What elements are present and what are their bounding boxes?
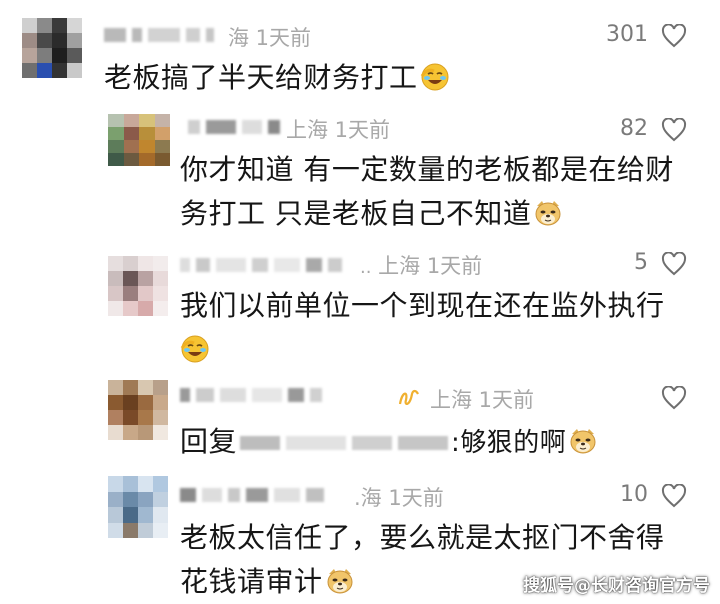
ribbon-icon — [398, 389, 419, 406]
heart-icon[interactable] — [661, 386, 687, 410]
like-count: 5 — [634, 250, 648, 275]
username-blurred[interactable] — [104, 24, 214, 46]
reply-target-blurred[interactable] — [240, 436, 281, 450]
username-blurred[interactable] — [180, 254, 342, 276]
doge-emoji — [570, 429, 596, 454]
reply-target-blurred[interactable] — [352, 436, 393, 450]
comment-text-content: 老板搞了半天给财务打工 — [104, 61, 418, 94]
username-blurred[interactable] — [188, 116, 280, 138]
comment-text-content: 花钱请审计 — [180, 565, 323, 598]
comment-meta: .. 上海 1天前 — [360, 250, 482, 280]
comment-text-line-2 — [180, 328, 700, 372]
reply-prefix: 回复 — [180, 425, 238, 458]
comment-text: 我们以前单位一个到现在还在监外执行 — [180, 284, 700, 372]
heart-icon[interactable] — [661, 118, 687, 142]
avatar[interactable] — [108, 256, 168, 316]
username-blurred[interactable] — [180, 484, 324, 506]
comment-item: 上海 1天前 回复 :够狠的啊 — [0, 370, 720, 470]
comment-text-content: 务打工 只是老板自己不知道 — [180, 197, 532, 230]
comment-meta: 海 1天前 — [228, 26, 312, 50]
facepalm-laugh-emoji — [420, 63, 449, 91]
comment-text-line: 你才知道 有一定数量的老板都是在给财 — [180, 153, 674, 186]
comment-text-content: :够狠的啊 — [451, 428, 567, 458]
comment-text-line: 我们以前单位一个到现在还在监外执行 — [180, 289, 665, 322]
avatar[interactable] — [108, 114, 170, 166]
facepalm-laugh-emoji — [180, 335, 209, 363]
comment-meta: .海 1天前 — [354, 486, 444, 510]
heart-icon[interactable] — [661, 24, 687, 48]
like-count: 301 — [606, 22, 648, 47]
comment-text: 你才知道 有一定数量的老板都是在给财 务打工 只是老板自己不知道 — [180, 148, 700, 236]
avatar[interactable] — [108, 380, 168, 440]
comment-text: 回复 :够狠的啊 — [180, 420, 700, 465]
comment-item: 海 1天前 301 老板搞了半天给财务打工 — [0, 0, 720, 110]
comment-meta-text: 上海 1天前 — [378, 254, 483, 278]
username-blurred[interactable] — [180, 384, 322, 406]
avatar[interactable] — [22, 18, 82, 78]
avatar[interactable] — [108, 476, 168, 538]
like-count: 82 — [620, 116, 648, 141]
doge-emoji — [327, 569, 353, 594]
comment-text-line: 老板太信任了，要么就是太抠门不舍得 — [180, 521, 665, 554]
doge-emoji — [535, 201, 561, 226]
comment-text: 老板搞了半天给财务打工 — [104, 56, 450, 100]
comment-item: .. 上海 1天前 5 我们以前单位一个到现在还在监外执行 — [0, 240, 720, 370]
heart-icon[interactable] — [661, 484, 687, 508]
heart-icon[interactable] — [661, 252, 687, 276]
comment-item: 上海 1天前 82 你才知道 有一定数量的老板都是在给财 务打工 只是老板自己不… — [0, 110, 720, 240]
comment-text-line-2: 务打工 只是老板自己不知道 — [180, 192, 700, 236]
comment-meta: 上海 1天前 — [430, 388, 535, 412]
watermark: 搜狐号@长财咨询官方号 — [523, 576, 710, 596]
reply-target-blurred[interactable] — [286, 436, 347, 450]
reply-target-blurred[interactable] — [398, 436, 449, 450]
comment-meta: 上海 1天前 — [286, 118, 391, 142]
like-count: 10 — [620, 482, 648, 507]
ellipsis: .. — [360, 257, 372, 278]
